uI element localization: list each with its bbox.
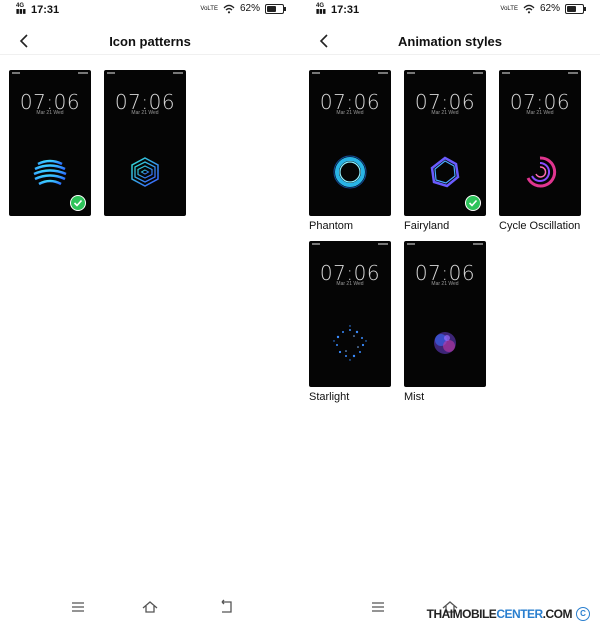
style-thumb-mist[interactable]: 07:06 Mar 21 Wed (404, 241, 486, 387)
style-thumb-phantom[interactable]: 07:06 Mar 21 Wed (309, 70, 391, 216)
watermark-text: THAIMOBILECENTER.COM (426, 607, 573, 621)
menu-icon[interactable] (368, 597, 388, 617)
back-icon[interactable] (216, 597, 236, 617)
status-time: 17:31 (331, 4, 360, 16)
style-label-mist[interactable]: Mist (404, 391, 424, 403)
selected-check-icon (465, 195, 481, 211)
nav-bar (0, 597, 300, 617)
battery-icon (565, 3, 586, 14)
lock-date: Mar 21 Wed (336, 110, 364, 116)
volte-label: VoLTE (200, 5, 218, 12)
volte-label: VoLTE (500, 5, 518, 12)
style-thumb-starlight[interactable]: 07:06 Mar 21 Wed (309, 241, 391, 387)
page-title: Animation styles (397, 34, 503, 49)
icon-patterns-screen: 4G ▮▮▮ 17:31 VoLTE 62% Icon patterns 07:… (0, 0, 300, 627)
style-label-fairyland[interactable]: Fairyland (404, 220, 449, 232)
lock-date: Mar 21 Wed (526, 110, 554, 116)
mist-icon (434, 332, 456, 354)
battery-icon (265, 3, 286, 14)
page-title: Icon patterns (109, 34, 191, 49)
status-time: 17:31 (31, 4, 60, 16)
style-thumb-cycle-oscillation[interactable]: 07:06 Mar 21 Wed (499, 70, 581, 216)
lock-date: Mar 21 Wed (336, 281, 364, 287)
style-label-phantom[interactable]: Phantom (309, 220, 353, 232)
cube-lines-icon (131, 157, 159, 187)
starlight-icon (333, 325, 367, 361)
home-icon[interactable] (140, 597, 160, 617)
watermark: THAIMOBILECENTER.COM C (427, 607, 590, 621)
status-bar: 4G ▮▮▮ 17:31 VoLTE 62% (0, 0, 300, 22)
page-header: Animation styles (300, 28, 600, 55)
wifi-icon (223, 4, 235, 13)
striped-sphere-icon (33, 159, 67, 186)
network-indicator: 4G ▮▮▮ (16, 3, 26, 15)
status-bar: 4G ▮▮▮ 17:31 VoLTE 62% (300, 0, 600, 22)
style-label-cycle-oscillation[interactable]: Cycle Oscillation (499, 220, 580, 232)
fairyland-ring-icon (430, 156, 460, 188)
menu-icon[interactable] (68, 597, 88, 617)
page-header: Icon patterns (0, 28, 300, 55)
style-label-starlight[interactable]: Starlight (309, 391, 349, 403)
style-thumb-fairyland[interactable]: 07:06 Mar 21 Wed (404, 70, 486, 216)
selected-check-icon (70, 195, 86, 211)
network-indicator: 4G ▮▮▮ (316, 3, 326, 15)
pattern-thumb-1[interactable]: 07:06 Mar 21 Wed (9, 70, 91, 216)
battery-percent: 62% (239, 3, 260, 14)
phantom-ring-icon (333, 155, 367, 189)
lock-date: Mar 21 Wed (131, 110, 159, 116)
wifi-icon (523, 4, 535, 13)
lock-date: Mar 21 Wed (431, 281, 459, 287)
lock-date: Mar 21 Wed (431, 110, 459, 116)
cycle-oscillation-icon (526, 156, 557, 188)
lock-date: Mar 21 Wed (36, 110, 64, 116)
animation-styles-screen: 4G ▮▮▮ 17:31 VoLTE 62% Animation styles … (300, 0, 600, 627)
pattern-thumb-2[interactable]: 07:06 Mar 21 Wed (104, 70, 186, 216)
copyright-icon: C (576, 607, 590, 621)
battery-percent: 62% (539, 3, 560, 14)
